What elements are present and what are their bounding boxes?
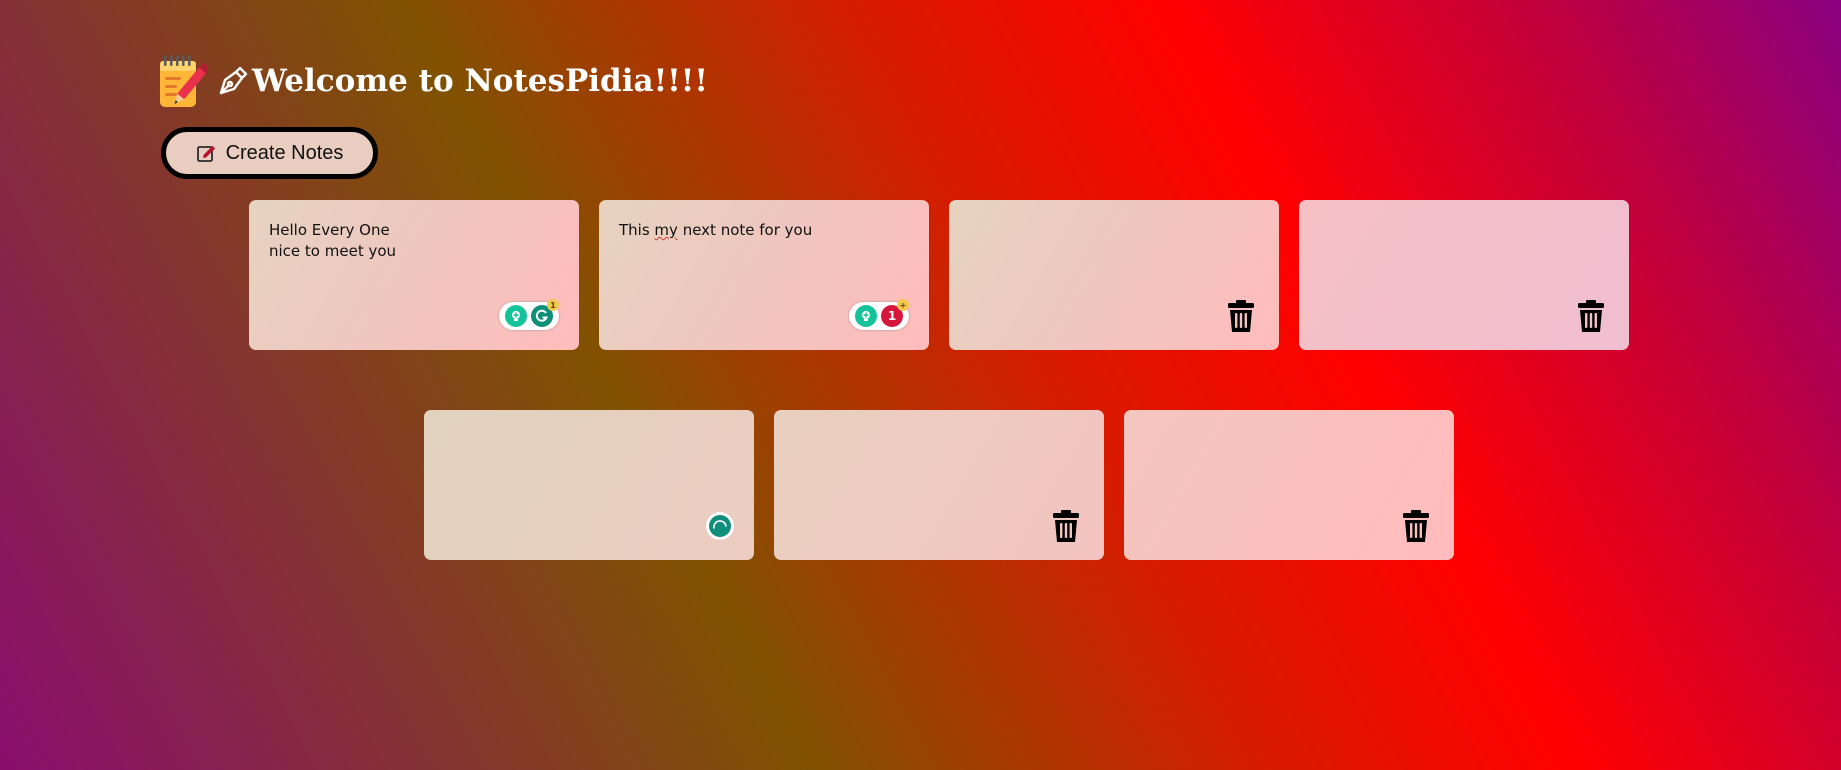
lightbulb-icon[interactable] [505, 305, 527, 327]
note-card[interactable]: This my next note for you 1 + [599, 200, 929, 350]
misspelled-word[interactable]: my [654, 221, 678, 239]
note-text[interactable]: This my next note for you [619, 220, 909, 241]
edit-icon [196, 143, 216, 163]
grammarly-icon[interactable]: 1 [531, 299, 559, 327]
alert-count: 1 [887, 309, 897, 323]
trash-icon[interactable] [1052, 510, 1080, 542]
trash-icon[interactable] [1227, 300, 1255, 332]
note-card[interactable] [949, 200, 1279, 350]
create-notes-label: Create Notes [225, 141, 344, 164]
loading-spinner-icon [706, 512, 734, 540]
memo-icon [158, 53, 210, 109]
note-text-part: This [619, 221, 655, 239]
grammarly-widget[interactable]: 1 + [849, 299, 909, 330]
note-text[interactable]: Hello Every One nice to meet you [269, 220, 559, 262]
create-notes-button[interactable]: Create Notes [161, 127, 378, 179]
note-card[interactable] [1299, 200, 1629, 350]
grammarly-widget[interactable]: 1 [499, 299, 559, 330]
note-card[interactable]: Hello Every One nice to meet you 1 [249, 200, 579, 350]
page-title: Welcome to NotesPidia!!!! [252, 63, 709, 99]
fountain-pen-icon [216, 64, 250, 98]
note-card[interactable] [424, 410, 754, 560]
trash-icon[interactable] [1577, 300, 1605, 332]
note-card[interactable] [1124, 410, 1454, 560]
suggestion-count-badge: 1 [547, 299, 559, 311]
note-card[interactable] [774, 410, 1104, 560]
trash-icon[interactable] [1402, 510, 1430, 542]
plus-badge-icon: + [897, 299, 909, 311]
lightbulb-icon[interactable] [855, 305, 877, 327]
note-text-part: next note for you [677, 221, 813, 239]
page-header: Welcome to NotesPidia!!!! [158, 52, 708, 110]
alert-count-icon[interactable]: 1 + [881, 299, 909, 327]
